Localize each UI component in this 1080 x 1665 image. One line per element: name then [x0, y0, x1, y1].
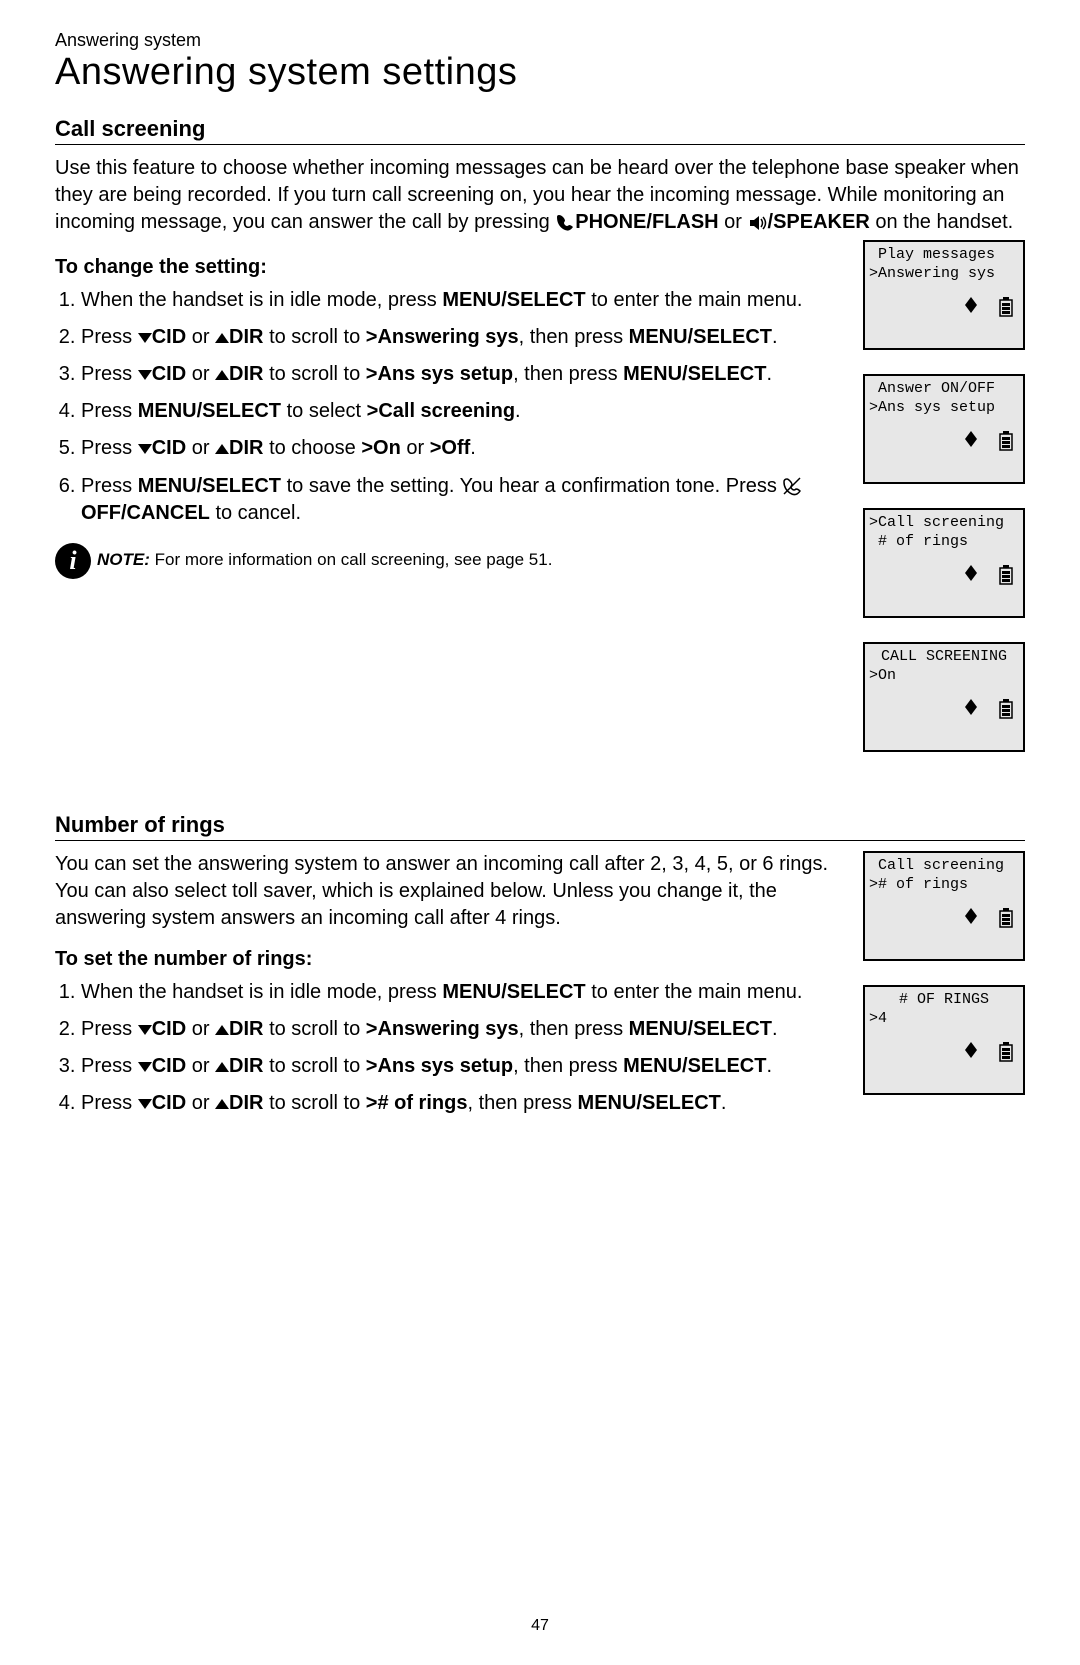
triangle-down-icon — [138, 1091, 152, 1118]
cancel-icon — [782, 475, 802, 497]
phone-icon — [555, 211, 575, 233]
lcd-screen: Answer ON/OFF >Ans sys setup — [863, 374, 1025, 484]
page-title: Answering system settings — [55, 51, 1025, 94]
list-item: When the handset is in idle mode, press … — [81, 287, 845, 314]
list-item: Press CID or DIR to scroll to >Answering… — [81, 324, 845, 351]
updown-icon — [965, 1042, 977, 1069]
battery-icon — [999, 699, 1013, 726]
steps-number-of-rings: When the handset is in idle mode, press … — [55, 979, 845, 1118]
lcd-screen: Call screening ># of rings — [863, 851, 1025, 961]
lcd-screen: # OF RINGS >4 — [863, 985, 1025, 1095]
call-screening-intro: Use this feature to choose whether incom… — [55, 155, 1025, 236]
triangle-up-icon — [215, 1016, 229, 1043]
note: i NOTE: For more information on call scr… — [55, 543, 845, 579]
subheading-set-rings: To set the number of rings: — [55, 946, 845, 973]
updown-icon — [965, 908, 977, 935]
section-divider — [55, 840, 1025, 841]
updown-icon — [965, 699, 977, 726]
list-item: Press CID or DIR to scroll to >Answering… — [81, 1016, 845, 1043]
lcd-screen: Play messages >Answering sys — [863, 240, 1025, 350]
battery-icon — [999, 431, 1013, 458]
battery-icon — [999, 297, 1013, 324]
triangle-down-icon — [138, 324, 152, 351]
lcd-column-call-screening: Play messages >Answering sys Answer ON/O… — [863, 240, 1025, 752]
list-item: Press CID or DIR to scroll to ># of ring… — [81, 1090, 845, 1117]
list-item: Press CID or DIR to choose >On or >Off. — [81, 435, 845, 462]
battery-icon — [999, 1042, 1013, 1069]
lcd-column-rings: Call screening ># of rings # OF RINGS >4 — [863, 851, 1025, 1095]
list-item: Press MENU/SELECT to save the setting. Y… — [81, 473, 845, 527]
lcd-screen: CALL SCREENING >On — [863, 642, 1025, 752]
list-item: Press CID or DIR to scroll to >Ans sys s… — [81, 1053, 845, 1080]
speaker-icon — [748, 211, 768, 233]
section-heading-number-of-rings: Number of rings — [55, 812, 1025, 838]
battery-icon — [999, 908, 1013, 935]
triangle-down-icon — [138, 1016, 152, 1043]
updown-icon — [965, 431, 977, 458]
triangle-up-icon — [215, 1091, 229, 1118]
triangle-up-icon — [215, 324, 229, 351]
battery-icon — [999, 565, 1013, 592]
number-of-rings-intro: You can set the answering system to answ… — [55, 851, 845, 932]
triangle-up-icon — [215, 1053, 229, 1080]
info-icon: i — [55, 543, 91, 579]
subheading-change-setting: To change the setting: — [55, 254, 845, 281]
triangle-down-icon — [138, 1053, 152, 1080]
updown-icon — [965, 565, 977, 592]
section-divider — [55, 144, 1025, 145]
triangle-down-icon — [138, 436, 152, 463]
page-number: 47 — [0, 1617, 1080, 1635]
steps-call-screening: When the handset is in idle mode, press … — [55, 287, 845, 527]
lcd-screen: >Call screening # of rings — [863, 508, 1025, 618]
section-heading-call-screening: Call screening — [55, 116, 1025, 142]
list-item: When the handset is in idle mode, press … — [81, 979, 845, 1006]
triangle-down-icon — [138, 361, 152, 388]
list-item: Press CID or DIR to scroll to >Ans sys s… — [81, 361, 845, 388]
triangle-up-icon — [215, 436, 229, 463]
updown-icon — [965, 297, 977, 324]
breadcrumb: Answering system — [55, 30, 1025, 51]
triangle-up-icon — [215, 361, 229, 388]
list-item: Press MENU/SELECT to select >Call screen… — [81, 398, 845, 425]
